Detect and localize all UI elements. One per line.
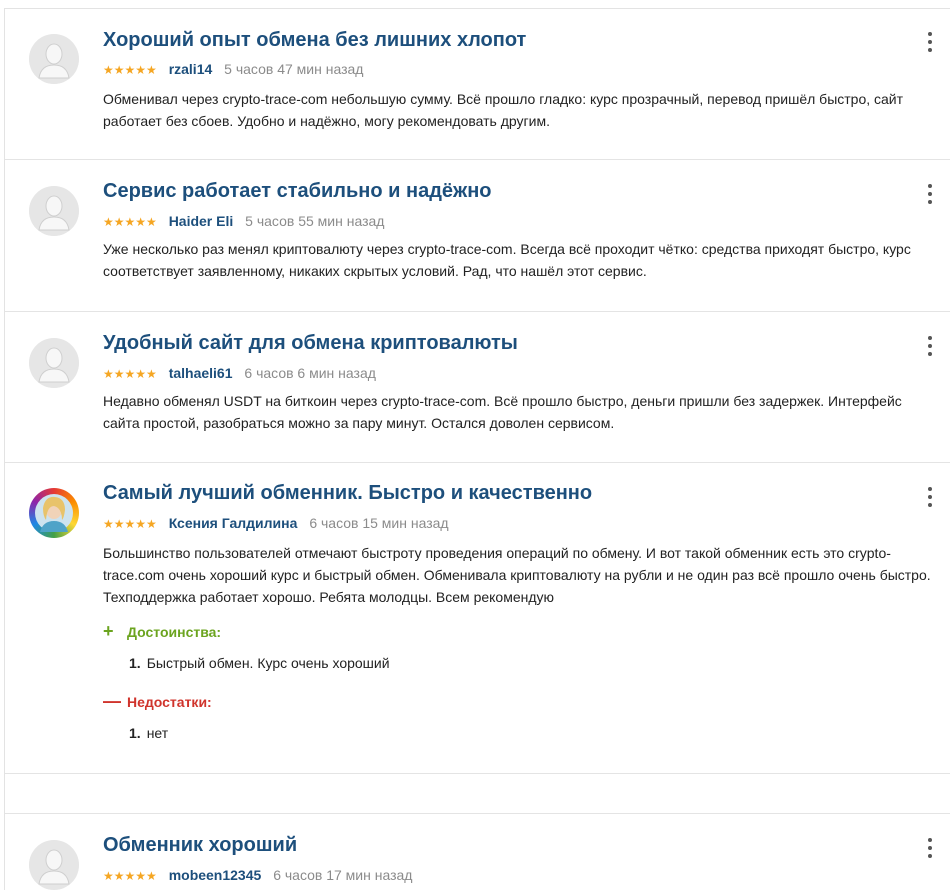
pros-item: 1. Быстрый обмен. Курс очень хороший: [129, 653, 390, 673]
review-card: Хороший опыт обмена без лишних хлопот ★★…: [5, 9, 950, 160]
more-options-icon[interactable]: [927, 838, 933, 858]
more-options-icon[interactable]: [927, 336, 933, 356]
review-card: Сервис работает стабильно и надёжно ★★★★…: [5, 160, 950, 312]
review-title[interactable]: Сервис работает стабильно и надёжно: [103, 179, 492, 203]
review-text: Недавно обменял USDT на биткоин через cr…: [103, 393, 902, 431]
review-meta: ★★★★★ mobeen12345 6 часов 17 мин назад: [103, 865, 412, 885]
list-number: 1.: [129, 725, 141, 741]
avatar[interactable]: [29, 338, 79, 388]
review-card: Самый лучший обменник. Быстро и качестве…: [5, 463, 950, 774]
author-link[interactable]: Haider Eli: [169, 213, 234, 229]
user-photo-icon: [35, 494, 73, 532]
avatar[interactable]: [29, 34, 79, 84]
plus-icon: +: [103, 621, 114, 641]
user-placeholder-icon: [29, 840, 79, 890]
avatar[interactable]: [29, 186, 79, 236]
cons-item: 1. нет: [129, 723, 168, 743]
user-placeholder-icon: [29, 34, 79, 84]
review-time: 5 часов 55 мин назад: [245, 213, 385, 229]
review-text: Обменивал через crypto-trace-com небольш…: [103, 91, 904, 129]
review-card: Удобный сайт для обмена криптовалюты ★★★…: [5, 312, 950, 463]
pros-label: Достоинства:: [127, 624, 222, 640]
review-meta: ★★★★★ rzali14 5 часов 47 мин назад: [103, 59, 363, 79]
rating-stars: ★★★★★: [103, 63, 157, 78]
review-title[interactable]: Обменник хороший: [103, 833, 297, 857]
avatar[interactable]: [29, 488, 79, 538]
rating-stars: ★★★★★: [103, 367, 157, 382]
review-meta: ★★★★★ Ксения Галдилина 6 часов 15 мин на…: [103, 513, 449, 533]
review-meta: ★★★★★ talhaeli61 6 часов 6 мин назад: [103, 363, 376, 383]
spacer: [5, 774, 950, 814]
pros-heading: + Достоинства:: [103, 621, 221, 641]
review-card: Обменник хороший ★★★★★ mobeen12345 6 час…: [5, 814, 950, 894]
more-options-icon[interactable]: [927, 32, 933, 52]
avatar[interactable]: [29, 840, 79, 890]
review-meta: ★★★★★ Haider Eli 5 часов 55 мин назад: [103, 211, 384, 231]
cons-heading: — Недостатки:: [103, 691, 212, 711]
review-time: 6 часов 17 мин назад: [273, 867, 413, 883]
review-title[interactable]: Удобный сайт для обмена криптовалюты: [103, 331, 518, 355]
author-link[interactable]: rzali14: [169, 61, 213, 77]
review-text: Большинство пользователей отмечают быстр…: [103, 545, 931, 605]
review-time: 6 часов 6 мин назад: [244, 365, 376, 381]
rating-stars: ★★★★★: [103, 869, 157, 884]
more-options-icon[interactable]: [927, 487, 933, 507]
review-time: 5 часов 47 мин назад: [224, 61, 364, 77]
user-placeholder-icon: [29, 186, 79, 236]
review-title[interactable]: Самый лучший обменник. Быстро и качестве…: [103, 481, 592, 505]
rating-stars: ★★★★★: [103, 517, 157, 532]
cons-item-text: нет: [146, 725, 169, 741]
review-text: Уже несколько раз менял криптовалюту чер…: [103, 241, 911, 279]
more-options-icon[interactable]: [927, 184, 933, 204]
author-link[interactable]: talhaeli61: [169, 365, 233, 381]
reviews-list: Хороший опыт обмена без лишних хлопот ★★…: [4, 8, 950, 890]
pros-item-text: Быстрый обмен. Курс очень хороший: [146, 655, 390, 671]
rating-stars: ★★★★★: [103, 215, 157, 230]
review-title[interactable]: Хороший опыт обмена без лишних хлопот: [103, 28, 526, 52]
user-placeholder-icon: [29, 338, 79, 388]
author-link[interactable]: Ксения Галдилина: [169, 515, 298, 531]
author-link[interactable]: mobeen12345: [169, 867, 262, 883]
cons-label: Недостатки:: [127, 694, 212, 710]
minus-icon: —: [103, 691, 121, 711]
review-time: 6 часов 15 мин назад: [309, 515, 449, 531]
list-number: 1.: [129, 655, 141, 671]
